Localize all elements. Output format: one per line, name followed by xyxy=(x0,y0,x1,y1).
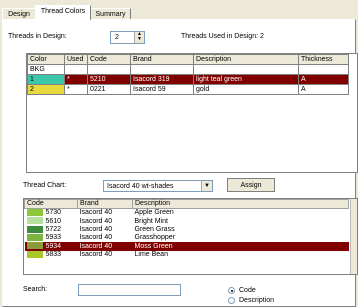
cell-color-label: 1 xyxy=(27,74,65,85)
table-row[interactable]: 2 * 0221 Isacord 59 gold A xyxy=(27,84,349,95)
threads-in-design-value: 2 xyxy=(115,34,119,41)
cell-brand: Isacord 40 xyxy=(79,209,113,217)
cell-code: 5730 xyxy=(25,209,78,218)
color-swatch xyxy=(26,225,43,233)
cell-description: Moss Green xyxy=(132,242,349,251)
cell-description: Lime Bean xyxy=(134,250,168,258)
cell-brand: Isacord 59 xyxy=(130,84,194,95)
color-swatch xyxy=(26,209,43,216)
cell-used xyxy=(64,64,88,75)
search-label: Search: xyxy=(23,286,48,293)
code-text: 5722 xyxy=(45,226,62,234)
code-text: 5833 xyxy=(45,251,62,259)
cell-description: gold xyxy=(193,84,299,95)
color-swatch xyxy=(26,217,43,225)
col-used[interactable]: Used xyxy=(64,54,88,65)
list-item[interactable]: 5933 Isacord 40 Grasshopper xyxy=(25,234,349,242)
cell-brand: Isacord 40 xyxy=(79,217,113,225)
list-item[interactable]: 5610 Isacord 40 Bright Mint xyxy=(25,217,349,225)
color-swatch xyxy=(26,242,43,250)
cell-code: 5833 xyxy=(25,250,78,259)
cell-brand: Isacord 40 xyxy=(79,234,113,242)
tab-bar: Design Thread Colors Summary xyxy=(0,0,358,20)
col-code[interactable]: Code xyxy=(87,54,131,65)
code-text: 5934 xyxy=(45,242,62,250)
cell-description: Grasshopper xyxy=(134,234,175,242)
col-color[interactable]: Color xyxy=(27,54,65,65)
spin-down-icon[interactable]: ▼ xyxy=(135,37,144,42)
cell-description xyxy=(193,64,299,75)
cell-thickness: A xyxy=(298,74,349,85)
spinner-buttons[interactable]: ▲ ▼ xyxy=(134,32,144,43)
col-brand[interactable]: Brand xyxy=(130,54,194,65)
threads-in-design-spinner[interactable]: 2 ▲ ▼ xyxy=(110,31,145,44)
chart-col-description[interactable]: Description xyxy=(132,199,349,209)
chevron-down-icon[interactable]: ▼ xyxy=(201,181,212,191)
code-text: 5933 xyxy=(45,234,62,242)
cell-code: 5933 xyxy=(25,234,78,242)
radio-code[interactable] xyxy=(228,287,235,294)
chart-col-code[interactable]: Code xyxy=(24,199,78,209)
cell-code: 5210 xyxy=(87,74,131,85)
code-text: 5610 xyxy=(45,217,62,225)
search-input[interactable] xyxy=(78,284,181,296)
list-item[interactable]: 5730 Isacord 40 Apple Green xyxy=(25,209,349,218)
thread-chart-select[interactable]: Isacord 40 wt-shades ▼ xyxy=(103,180,213,192)
color-swatch xyxy=(26,234,43,242)
list-item[interactable]: 5833 Isacord 40 Lime Bean xyxy=(25,250,349,259)
assign-button[interactable]: Assign xyxy=(227,178,275,192)
table-row[interactable]: BKG xyxy=(27,64,349,75)
cell-color-label: BKG xyxy=(27,64,65,75)
cell-brand: Isacord 319 xyxy=(130,74,194,85)
threads-used-label: Threads Used in Design: 2 xyxy=(181,33,264,40)
cell-brand: Isacord 40 xyxy=(79,225,113,233)
tab-thread-colors[interactable]: Thread Colors xyxy=(35,5,91,20)
thread-chart-value: Isacord 40 wt-shades xyxy=(107,183,174,190)
color-swatch xyxy=(26,250,43,258)
thread-chart-label: Thread Chart: xyxy=(23,182,67,189)
cell-description: Green Grass xyxy=(134,225,175,233)
cell-thickness: A xyxy=(298,84,349,95)
chart-col-brand[interactable]: Brand xyxy=(77,199,133,209)
col-thickness[interactable]: Thickness xyxy=(298,54,349,65)
radio-description[interactable] xyxy=(228,297,235,304)
cell-used: * xyxy=(64,84,88,95)
tab-summary[interactable]: Summary xyxy=(90,8,131,19)
list-item[interactable]: 5722 Isacord 40 Green Grass xyxy=(25,225,349,234)
code-text: 5730 xyxy=(45,209,62,217)
cell-brand xyxy=(130,64,194,75)
cell-code: 5722 xyxy=(25,225,78,234)
thread-colors-table: Color Used Code Brand Description Thickn… xyxy=(26,53,358,173)
cell-description: Apple Green xyxy=(134,209,174,217)
cell-used: * xyxy=(64,74,88,85)
cell-brand: Isacord 40 xyxy=(77,242,133,251)
threads-in-design-label: Threads in Design: xyxy=(8,33,67,40)
thread-chart-table: Code Brand Description 5730 Isacord 40 App… xyxy=(23,198,358,275)
list-item[interactable]: 5934 Isacord 40 Moss Green xyxy=(24,242,349,251)
cell-code: 0221 xyxy=(87,84,131,95)
cell-brand: Isacord 40 xyxy=(79,250,113,258)
chart-scrollbar[interactable] xyxy=(350,199,357,274)
cell-code: 5610 xyxy=(25,217,78,225)
cell-color-label: 2 xyxy=(27,84,65,95)
cell-description: Bright Mint xyxy=(134,217,168,225)
cell-thickness xyxy=(298,64,349,75)
radio-description-label[interactable]: Description xyxy=(239,297,274,304)
tab-design[interactable]: Design xyxy=(2,8,36,19)
cell-description: light teal green xyxy=(193,74,299,85)
table-row[interactable]: 1 * 5210 Isacord 319 light teal green A xyxy=(27,74,349,85)
col-description[interactable]: Description xyxy=(193,54,299,65)
cell-code xyxy=(87,64,131,75)
cell-code: 5934 xyxy=(24,242,78,251)
radio-code-label[interactable]: Code xyxy=(239,287,256,294)
